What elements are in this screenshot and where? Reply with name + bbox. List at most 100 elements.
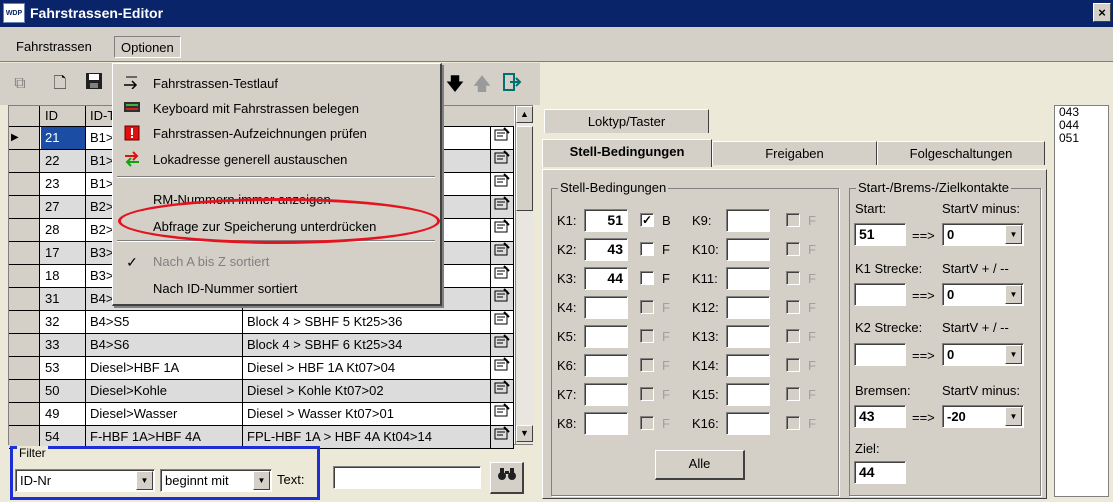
table-row[interactable]: 33 B4>S6 Block 4 > SBHF 6 Kt25>34 bbox=[9, 334, 514, 357]
contact-checkbox[interactable] bbox=[640, 416, 654, 430]
row-selector[interactable]: ▶ bbox=[9, 127, 40, 149]
cell-id[interactable]: 49 bbox=[41, 403, 86, 425]
column-header-id[interactable]: ID bbox=[41, 106, 86, 126]
chevron-down-icon[interactable]: ▼ bbox=[1005, 225, 1022, 244]
cell-id[interactable]: 22 bbox=[41, 150, 86, 172]
contact-checkbox[interactable] bbox=[786, 387, 800, 401]
row-selector[interactable] bbox=[9, 265, 40, 287]
cell-id[interactable]: 54 bbox=[41, 426, 86, 448]
bremsen-input[interactable]: 43 bbox=[854, 405, 906, 428]
route-edit-icon[interactable] bbox=[491, 127, 514, 149]
route-edit-icon[interactable] bbox=[491, 173, 514, 195]
k2-v-select[interactable]: 0 ▼ bbox=[942, 343, 1024, 366]
route-edit-icon[interactable] bbox=[491, 403, 514, 425]
menu-optionen[interactable]: Optionen bbox=[114, 36, 181, 58]
tab-folgeschaltungen[interactable]: Folgeschaltungen bbox=[877, 141, 1045, 165]
table-row[interactable]: 49 Diesel>Wasser Diesel > Wasser Kt07>01 bbox=[9, 403, 514, 426]
contact-input[interactable] bbox=[584, 296, 628, 319]
bremsen-v-select[interactable]: -20 ▼ bbox=[942, 405, 1024, 428]
cell-id[interactable]: 23 bbox=[41, 173, 86, 195]
tab-loktyp-taster[interactable]: Loktyp/Taster bbox=[544, 109, 709, 133]
row-selector[interactable] bbox=[9, 150, 40, 172]
cell-id[interactable]: 31 bbox=[41, 288, 86, 310]
close-icon[interactable]: × bbox=[1093, 3, 1111, 22]
route-edit-icon[interactable] bbox=[491, 288, 514, 310]
route-edit-icon[interactable] bbox=[491, 196, 514, 218]
contact-checkbox[interactable] bbox=[786, 358, 800, 372]
route-edit-icon[interactable] bbox=[491, 357, 514, 379]
move-down-icon[interactable]: 🡇 bbox=[443, 72, 467, 96]
cell-id-text[interactable]: Diesel>HBF 1A bbox=[86, 357, 243, 379]
contact-input[interactable] bbox=[584, 354, 628, 377]
contact-checkbox[interactable] bbox=[786, 329, 800, 343]
row-selector[interactable] bbox=[9, 426, 40, 448]
ziel-input[interactable]: 44 bbox=[854, 461, 906, 484]
cell-id[interactable]: 18 bbox=[41, 265, 86, 287]
contact-input[interactable] bbox=[726, 412, 770, 435]
start-v-select[interactable]: 0 ▼ bbox=[942, 223, 1024, 246]
scroll-up-icon[interactable]: ▲ bbox=[516, 106, 533, 123]
contact-checkbox[interactable] bbox=[640, 329, 654, 343]
search-button[interactable] bbox=[490, 462, 524, 494]
chevron-down-icon[interactable]: ▼ bbox=[1005, 407, 1022, 426]
exit-icon[interactable] bbox=[500, 72, 524, 96]
tab-freigaben[interactable]: Freigaben bbox=[712, 141, 877, 165]
cell-id-text[interactable]: F-HBF 1A>HBF 4A bbox=[86, 426, 243, 448]
filter-text-input[interactable] bbox=[333, 466, 481, 489]
scrollbar-thumb[interactable] bbox=[516, 126, 533, 211]
route-edit-icon[interactable] bbox=[491, 334, 514, 356]
cell-id[interactable]: 17 bbox=[41, 242, 86, 264]
cell-id[interactable]: 32 bbox=[41, 311, 86, 333]
table-row[interactable]: 53 Diesel>HBF 1A Diesel > HBF 1A Kt07>04 bbox=[9, 357, 514, 380]
row-selector[interactable] bbox=[9, 242, 40, 264]
row-selector[interactable] bbox=[9, 334, 40, 356]
route-edit-icon[interactable] bbox=[491, 242, 514, 264]
copy-icon[interactable]: ⧉ bbox=[8, 72, 32, 96]
contact-checkbox[interactable] bbox=[786, 300, 800, 314]
contact-input[interactable] bbox=[584, 383, 628, 406]
k1-v-select[interactable]: 0 ▼ bbox=[942, 283, 1024, 306]
contact-input[interactable]: 43 bbox=[584, 238, 628, 261]
move-up-icon[interactable]: 🡅 bbox=[470, 72, 494, 96]
filter-mode-select[interactable]: beginnt mit ▼ bbox=[160, 469, 272, 492]
vertical-scrollbar[interactable]: ▲ ▼ bbox=[515, 106, 533, 444]
contact-list[interactable]: 043 044 051 bbox=[1054, 105, 1109, 497]
menu-fahrstrassen[interactable]: Fahrstrassen bbox=[10, 36, 98, 58]
menu-item-lokadresse-generell-austauschen[interactable]: Lokadresse generell austauschen bbox=[113, 148, 439, 172]
tab-stell-bedingungen[interactable]: Stell-Bedingungen bbox=[542, 139, 712, 167]
start-input[interactable]: 51 bbox=[854, 223, 906, 246]
route-edit-icon[interactable] bbox=[491, 380, 514, 402]
cell-id[interactable]: 50 bbox=[41, 380, 86, 402]
chevron-down-icon[interactable]: ▼ bbox=[1005, 345, 1022, 364]
list-item[interactable]: 051 bbox=[1055, 132, 1108, 145]
cell-description[interactable]: Block 4 > SBHF 5 Kt25>36 bbox=[243, 311, 491, 333]
cell-id[interactable]: 28 bbox=[41, 219, 86, 241]
menu-item-nach-id-nummer-sortiert[interactable]: Nach ID-Nummer sortiert bbox=[113, 277, 439, 301]
cell-id[interactable]: 33 bbox=[41, 334, 86, 356]
cell-id[interactable]: 27 bbox=[41, 196, 86, 218]
contact-input[interactable] bbox=[726, 267, 770, 290]
all-button[interactable]: Alle bbox=[655, 450, 745, 480]
cell-description[interactable]: FPL-HBF 1A > HBF 4A Kt04>14 bbox=[243, 426, 491, 448]
contact-input[interactable] bbox=[726, 354, 770, 377]
table-row[interactable]: 50 Diesel>Kohle Diesel > Kohle Kt07>02 bbox=[9, 380, 514, 403]
contact-checkbox[interactable] bbox=[640, 242, 654, 256]
contact-checkbox[interactable] bbox=[786, 213, 800, 227]
row-selector[interactable] bbox=[9, 288, 40, 310]
save-icon[interactable] bbox=[82, 72, 106, 96]
chevron-down-icon[interactable]: ▼ bbox=[1005, 285, 1022, 304]
row-selector[interactable] bbox=[9, 380, 40, 402]
cell-description[interactable]: Diesel > Wasser Kt07>01 bbox=[243, 403, 491, 425]
cell-id-text[interactable]: B4>S6 bbox=[86, 334, 243, 356]
contact-checkbox[interactable] bbox=[786, 271, 800, 285]
cell-id[interactable]: 21 bbox=[41, 127, 86, 149]
scroll-down-icon[interactable]: ▼ bbox=[516, 425, 533, 442]
filter-field-select[interactable]: ID-Nr ▼ bbox=[15, 469, 155, 492]
contact-checkbox[interactable] bbox=[640, 387, 654, 401]
cell-id-text[interactable]: Diesel>Wasser bbox=[86, 403, 243, 425]
contact-input[interactable] bbox=[726, 383, 770, 406]
contact-input[interactable] bbox=[726, 325, 770, 348]
route-edit-icon[interactable] bbox=[491, 426, 514, 448]
row-selector[interactable] bbox=[9, 173, 40, 195]
cell-id-text[interactable]: B4>S5 bbox=[86, 311, 243, 333]
